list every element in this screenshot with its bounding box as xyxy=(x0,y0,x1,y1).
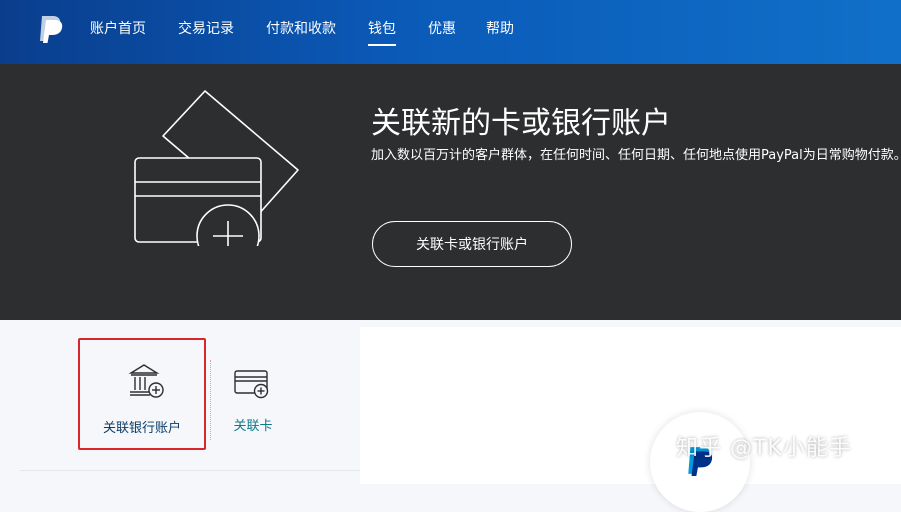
option-divider xyxy=(210,360,211,440)
top-navigation-bar: 账户首页 交易记录 付款和收款 钱包 优惠 帮助 xyxy=(0,0,901,64)
hero-title: 关联新的卡或银行账户 xyxy=(371,106,671,141)
nav-pay-and-receive[interactable]: 付款和收款 xyxy=(266,18,336,40)
card-plus-icon xyxy=(234,370,269,399)
card-plus-illustration-icon xyxy=(134,90,299,246)
link-bank-account-option[interactable]: 关联银行账户 xyxy=(78,338,206,450)
link-bank-account-label: 关联银行账户 xyxy=(102,421,181,436)
link-card-option[interactable]: 关联卡 xyxy=(218,338,288,450)
link-card-hero-banner: 关联新的卡或银行账户 加入数以百万计的客户群体，在任何时间、任何日期、任何地点使… xyxy=(0,64,901,320)
paypal-circle-badge xyxy=(650,412,750,512)
nav-offers[interactable]: 优惠 xyxy=(428,18,456,40)
nav-wallet[interactable]: 钱包 xyxy=(368,18,396,46)
paypal-logo-icon[interactable] xyxy=(36,14,64,44)
section-divider xyxy=(20,470,360,471)
bank-plus-icon xyxy=(128,364,164,398)
zhihu-watermark: 知乎 @TK小能手 xyxy=(676,436,852,461)
link-card-or-bank-button[interactable]: 关联卡或银行账户 xyxy=(372,221,572,267)
nav-transactions[interactable]: 交易记录 xyxy=(178,18,234,40)
link-card-label: 关联卡 xyxy=(233,419,273,434)
nav-account-home[interactable]: 账户首页 xyxy=(90,18,146,40)
hero-description: 加入数以百万计的客户群体，在任何时间、任何日期、任何地点使用PayPal为日常购… xyxy=(371,148,901,163)
nav-help[interactable]: 帮助 xyxy=(486,18,514,40)
